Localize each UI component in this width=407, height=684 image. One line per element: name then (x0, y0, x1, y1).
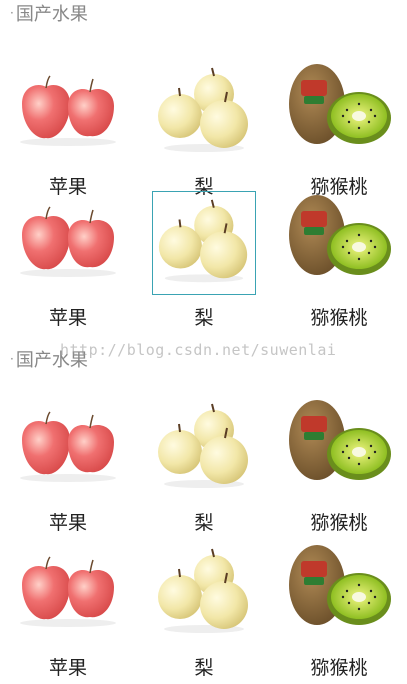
section-header: · 国产水果 (10, 0, 88, 26)
section-title: 国产水果 (15, 4, 88, 25)
grid-item-label: 猕猴桃 (310, 307, 368, 329)
grid-item-pear[interactable]: 梨 (136, 537, 272, 682)
kiwi-image (287, 541, 391, 645)
apple-icon (20, 411, 116, 482)
apple-image (16, 396, 120, 500)
pear-image (152, 541, 256, 645)
grid-item-label: 猕猴桃 (310, 512, 368, 534)
grid-item-apple[interactable]: 苹果 (0, 187, 136, 332)
grid-item-pear[interactable]: 梨 (136, 392, 272, 537)
grid-item-kiwi[interactable]: 猕猴桃 (271, 187, 407, 332)
pear-image (152, 396, 256, 500)
bullet-dot: · (10, 352, 14, 366)
pear-icon (158, 67, 248, 152)
apple-image (16, 60, 120, 164)
grid-item-label: 梨 (194, 307, 214, 329)
kiwi-icon (289, 64, 391, 144)
watermark: http://blog.csdn.net/suwenlai (60, 341, 337, 359)
kiwi-icon (289, 195, 391, 275)
grid-item-kiwi[interactable]: 猕猴桃 (271, 537, 407, 682)
grid-item-apple[interactable]: 苹果 (0, 56, 136, 201)
pear-icon (158, 199, 248, 283)
apple-icon (20, 206, 116, 277)
kiwi-image (287, 60, 391, 164)
grid-item-label: 苹果 (48, 657, 87, 679)
pear-image-selected (152, 191, 256, 295)
grid-item-kiwi[interactable]: 猕猴桃 (271, 56, 407, 201)
kiwi-image (287, 396, 391, 500)
grid-item-label: 梨 (194, 512, 214, 534)
grid-item-label: 苹果 (48, 512, 87, 534)
grid-item-apple[interactable]: 苹果 (0, 537, 136, 682)
kiwi-icon (289, 400, 391, 480)
bullet-dot: · (10, 6, 14, 20)
grid-item-pear[interactable]: 梨 (136, 56, 272, 201)
kiwi-image (287, 191, 391, 295)
apple-image (16, 541, 120, 645)
grid-item-label: 梨 (194, 657, 214, 679)
grid-item-pear[interactable]: 梨 (136, 187, 272, 332)
apple-icon (20, 556, 116, 627)
pear-image (152, 60, 256, 164)
grid-item-label: 猕猴桃 (310, 657, 368, 679)
grid-item-apple[interactable]: 苹果 (0, 392, 136, 537)
apple-image (16, 191, 120, 295)
grid-item-label: 苹果 (48, 307, 87, 329)
kiwi-icon (289, 545, 391, 625)
pear-icon (158, 403, 248, 488)
apple-icon (20, 75, 116, 146)
grid-item-kiwi[interactable]: 猕猴桃 (271, 392, 407, 537)
pear-icon (158, 548, 248, 633)
